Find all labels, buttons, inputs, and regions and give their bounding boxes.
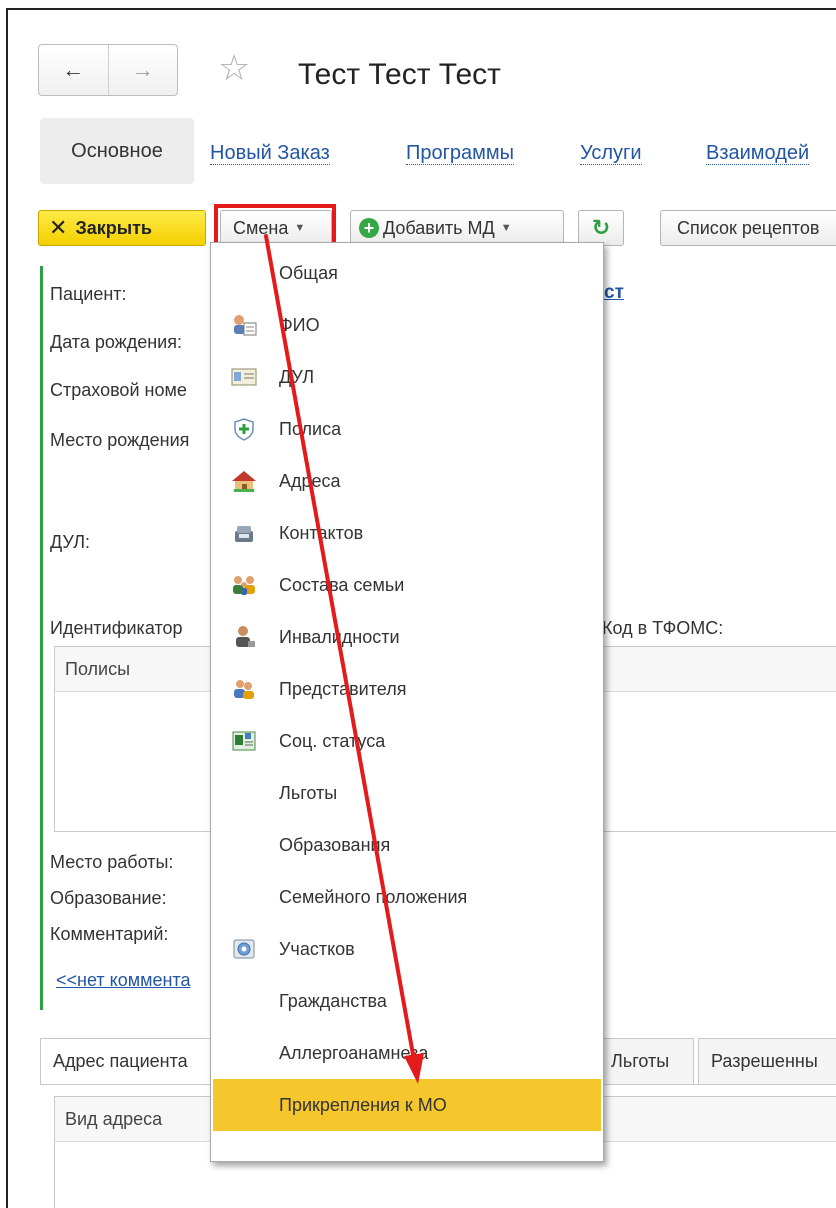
menu-item-label: Образования (279, 834, 391, 855)
tab-permitted[interactable]: Разрешенны (698, 1038, 836, 1084)
area-icon (231, 937, 257, 961)
plus-icon: + (359, 218, 379, 238)
menu-item-label: Общая (279, 262, 338, 283)
disabled-person-icon (231, 625, 257, 649)
label-birth-place: Место рождения (50, 430, 190, 450)
menu-item-general[interactable]: Общая (211, 247, 603, 299)
label-work-place: Место работы: (50, 852, 174, 872)
tab-new-order[interactable]: Новый Заказ (210, 142, 330, 165)
page-title: Тест Тест Тест (298, 58, 501, 91)
representative-icon (231, 677, 257, 701)
family-icon (231, 573, 257, 597)
tab-services[interactable]: Услуги (580, 142, 642, 165)
chevron-down-icon: ▼ (500, 222, 512, 234)
menu-item-label: Льготы (279, 782, 338, 803)
menu-item-citizenship[interactable]: Гражданства (211, 975, 603, 1027)
phone-icon (231, 521, 257, 545)
patient-link[interactable]: ст (604, 282, 624, 304)
person-card-icon (231, 313, 257, 337)
label-patient: Пациент: (50, 284, 127, 304)
menu-item-label: Аллергоанамнеза (279, 1042, 429, 1063)
menu-item-benefits[interactable]: Льготы (211, 767, 603, 819)
label-insurance-number: Страховой номе (50, 380, 187, 400)
label-dul: ДУЛ: (50, 532, 91, 552)
shield-icon (231, 417, 257, 441)
label-comment: Комментарий: (50, 924, 169, 944)
social-status-icon (231, 729, 257, 753)
navigation-buttons: ← → (38, 44, 178, 96)
menu-item-label: Прикрепления к МО (279, 1094, 447, 1115)
tab-benefits[interactable]: Льготы (598, 1038, 694, 1084)
menu-item-label: ФИО (279, 314, 320, 335)
recipes-label: Список рецептов (677, 217, 820, 238)
close-button[interactable]: ✕ Закрыть (38, 210, 206, 246)
menu-item-label: Представителя (279, 678, 407, 699)
label-birth-date: Дата рождения: (50, 332, 182, 352)
menu-item-marital-status[interactable]: Семейного положения (211, 871, 603, 923)
label-identifier: Идентификатор (50, 618, 183, 638)
menu-item-mo-attachment[interactable]: Прикрепления к МО (213, 1079, 601, 1131)
menu-item-dul[interactable]: ДУЛ (211, 351, 603, 403)
menu-item-representative[interactable]: Представителя (211, 663, 603, 715)
label-tfoms-code: Код в ТФОМС: (602, 618, 724, 638)
forward-arrow-icon: → (131, 57, 154, 82)
tab-main[interactable]: Основное (40, 118, 194, 184)
tab-interaction[interactable]: Взаимодей (706, 142, 810, 165)
menu-item-label: Семейного положения (279, 886, 468, 907)
close-button-label: Закрыть (75, 217, 152, 238)
menu-item-disability[interactable]: Инвалидности (211, 611, 603, 663)
menu-item-label: Гражданства (279, 990, 387, 1011)
id-card-icon (231, 365, 257, 389)
add-md-label: Добавить МД (383, 217, 495, 238)
menu-item-education[interactable]: Образования (211, 819, 603, 871)
menu-item-label: Инвалидности (279, 626, 400, 647)
menu-item-addresses[interactable]: Адреса (211, 455, 603, 507)
tab-programs[interactable]: Программы (406, 142, 515, 165)
recipes-list-button[interactable]: Список рецептов (660, 210, 836, 246)
close-icon: ✕ (49, 215, 68, 240)
menu-item-contacts[interactable]: Контактов (211, 507, 603, 559)
menu-item-label: Состава семьи (279, 574, 405, 595)
menu-item-family[interactable]: Состава семьи (211, 559, 603, 611)
back-arrow-icon: ← (62, 57, 85, 82)
refresh-button[interactable]: ↻ (578, 210, 624, 246)
refresh-icon: ↻ (591, 215, 611, 240)
menu-item-social-status[interactable]: Соц. статуса (211, 715, 603, 767)
group-indicator (40, 266, 43, 1010)
menu-item-policies[interactable]: Полиса (211, 403, 603, 455)
favorite-star-icon[interactable]: ☆ (218, 50, 250, 86)
label-education: Образование: (50, 888, 167, 908)
add-md-button[interactable]: + Добавить МД ▼ (350, 210, 564, 246)
menu-item-allergy-history[interactable]: Аллергоанамнеза (211, 1027, 603, 1079)
menu-item-label: ДУЛ (279, 366, 315, 387)
menu-item-label: Соц. статуса (279, 730, 386, 751)
menu-item-label: Участков (279, 938, 355, 959)
shift-dropdown-menu: Общая ФИО ДУЛ Полиса Адреса Контактов Со… (210, 242, 604, 1162)
back-button[interactable]: ← (39, 45, 108, 95)
house-icon (231, 469, 257, 493)
menu-item-fio[interactable]: ФИО (211, 299, 603, 351)
menu-item-label: Полиса (279, 418, 342, 439)
menu-item-label: Контактов (279, 522, 364, 543)
comment-link[interactable]: <<нет коммента (56, 970, 190, 991)
forward-button[interactable]: → (107, 45, 178, 95)
menu-item-label: Адреса (279, 470, 341, 491)
menu-item-areas[interactable]: Участков (211, 923, 603, 975)
tab-patient-address[interactable]: Адрес пациента (40, 1038, 220, 1084)
